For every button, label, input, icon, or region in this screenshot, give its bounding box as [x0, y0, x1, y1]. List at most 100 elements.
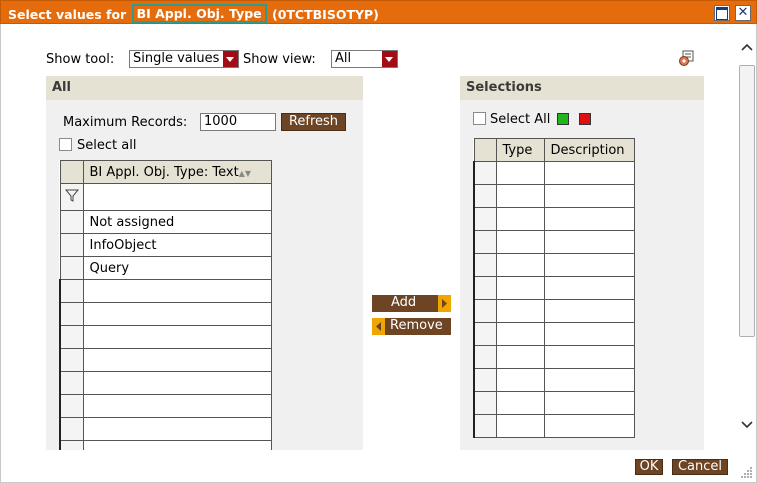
table-row[interactable] — [473, 184, 635, 208]
table-cell[interactable] — [495, 345, 545, 369]
row-selector[interactable] — [473, 230, 497, 254]
row-selector[interactable] — [473, 276, 497, 300]
row-selector[interactable] — [59, 325, 84, 349]
table-cell[interactable] — [495, 414, 545, 438]
table-row[interactable] — [473, 276, 635, 300]
table-cell[interactable] — [495, 276, 545, 300]
show-view-dropdown[interactable]: All — [331, 50, 398, 68]
row-selector[interactable] — [473, 368, 497, 392]
table-cell[interactable] — [495, 207, 545, 231]
table-row[interactable] — [473, 345, 635, 369]
table-cell[interactable] — [543, 322, 635, 346]
table-row[interactable] — [473, 207, 635, 231]
table-row[interactable] — [473, 368, 635, 392]
row-selector[interactable] — [59, 302, 84, 326]
row-selector[interactable] — [59, 417, 84, 441]
green-status-icon[interactable] — [557, 113, 569, 125]
row-selector[interactable] — [59, 371, 84, 395]
table-cell[interactable] — [495, 161, 545, 185]
table-cell[interactable] — [495, 184, 545, 208]
table-cell[interactable] — [543, 253, 635, 277]
chevron-down-icon[interactable] — [741, 418, 753, 430]
table-cell[interactable] — [543, 414, 635, 438]
table-cell[interactable] — [543, 345, 635, 369]
close-icon[interactable]: ✕ — [735, 5, 751, 21]
table-row[interactable]: Not assigned — [59, 210, 272, 234]
row-selector[interactable] — [473, 391, 497, 415]
table-cell[interactable] — [543, 299, 635, 323]
table-row[interactable] — [59, 417, 272, 441]
show-tool-dropdown[interactable]: Single values — [129, 50, 239, 68]
sort-icon[interactable]: ▲▼ — [239, 169, 251, 178]
table-row[interactable] — [59, 371, 272, 395]
red-status-icon[interactable] — [579, 113, 591, 125]
row-selector[interactable] — [473, 184, 497, 208]
table-cell[interactable] — [543, 391, 635, 415]
chevron-down-icon[interactable] — [382, 51, 397, 67]
table-cell[interactable] — [543, 230, 635, 254]
table-cell[interactable] — [495, 299, 545, 323]
table-cell[interactable] — [495, 230, 545, 254]
table-row[interactable] — [59, 302, 272, 326]
table-cell[interactable] — [495, 391, 545, 415]
row-selector[interactable] — [59, 233, 84, 257]
add-button[interactable]: Add — [372, 295, 451, 312]
refresh-button[interactable]: Refresh — [281, 113, 346, 131]
table-cell[interactable] — [543, 207, 635, 231]
row-selector[interactable] — [473, 207, 497, 231]
table-cell[interactable]: Not assigned — [82, 210, 272, 234]
table-row[interactable] — [473, 230, 635, 254]
row-selector[interactable] — [473, 414, 497, 438]
table-cell[interactable] — [495, 368, 545, 392]
settings-icon[interactable] — [678, 50, 695, 67]
select-all-selections-checkbox[interactable] — [473, 112, 486, 125]
table-row[interactable] — [473, 322, 635, 346]
table-row[interactable] — [59, 325, 272, 349]
table-row[interactable] — [473, 253, 635, 277]
max-records-input[interactable]: 1000 — [200, 113, 276, 131]
row-selector[interactable] — [473, 161, 497, 185]
table-cell[interactable] — [82, 394, 272, 418]
table-cell[interactable] — [543, 368, 635, 392]
resize-grip-icon[interactable] — [739, 465, 753, 479]
table-row[interactable]: InfoObject — [59, 233, 272, 257]
row-selector[interactable] — [473, 299, 497, 323]
row-selector[interactable] — [473, 253, 497, 277]
row-selector[interactable] — [59, 394, 84, 418]
row-selector[interactable] — [59, 348, 84, 372]
maximize-icon[interactable] — [714, 5, 730, 21]
column-header-description[interactable]: Description — [543, 138, 635, 162]
row-selector[interactable] — [59, 279, 84, 303]
table-row[interactable] — [59, 348, 272, 372]
row-selector[interactable] — [59, 256, 84, 280]
row-selector[interactable] — [473, 322, 497, 346]
chevron-up-icon[interactable] — [741, 42, 753, 54]
filter-cell[interactable] — [59, 183, 84, 211]
table-cell[interactable]: Query — [82, 256, 272, 280]
table-cell[interactable] — [82, 417, 272, 441]
row-selector[interactable] — [59, 210, 84, 234]
filter-icon[interactable] — [61, 184, 83, 206]
cancel-button[interactable]: Cancel — [672, 459, 728, 475]
table-cell[interactable] — [82, 371, 272, 395]
column-header-type[interactable]: Type — [495, 138, 545, 162]
scrollbar-thumb[interactable] — [739, 65, 755, 337]
table-cell[interactable] — [495, 322, 545, 346]
ok-button[interactable]: OK — [635, 459, 663, 475]
table-row[interactable] — [473, 391, 635, 415]
table-cell[interactable] — [82, 325, 272, 349]
table-cell[interactable] — [82, 348, 272, 372]
remove-button[interactable]: Remove — [372, 318, 451, 335]
table-row[interactable] — [59, 394, 272, 418]
row-selector[interactable] — [473, 345, 497, 369]
table-cell[interactable]: InfoObject — [82, 233, 272, 257]
table-row[interactable] — [473, 299, 635, 323]
table-row[interactable]: Query — [59, 256, 272, 280]
chevron-down-icon[interactable] — [223, 51, 238, 67]
table-cell[interactable] — [82, 279, 272, 303]
table-cell[interactable] — [495, 253, 545, 277]
vertical-scrollbar[interactable] — [738, 38, 756, 448]
table-row[interactable] — [473, 414, 635, 438]
select-all-checkbox[interactable] — [59, 138, 72, 151]
table-cell[interactable] — [82, 302, 272, 326]
